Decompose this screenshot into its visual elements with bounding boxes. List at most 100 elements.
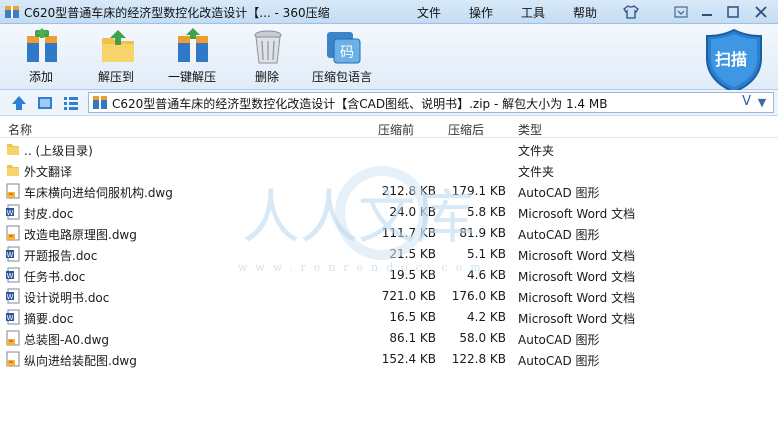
file-row[interactable]: 纵向进给装配图.dwg 152.4 KB 122.8 KB AutoCAD 图形 bbox=[0, 349, 778, 370]
file-size-after: 58.0 KB bbox=[459, 331, 506, 345]
archive-language-label: 压缩包语言 bbox=[312, 70, 373, 84]
archive-language-button[interactable]: 码 压缩包语言 bbox=[310, 28, 376, 86]
column-type[interactable]: 类型 bbox=[518, 121, 542, 138]
one-click-extract-icon bbox=[178, 28, 208, 62]
add-button[interactable]: 添加 bbox=[20, 28, 64, 86]
file-name: 车床横向进给伺服机构.dwg bbox=[24, 186, 173, 200]
doc-icon: W bbox=[6, 204, 20, 220]
file-name: 设计说明书.doc bbox=[24, 291, 110, 305]
extract-folder-icon bbox=[102, 30, 134, 62]
file-type: Microsoft Word 文档 bbox=[518, 312, 636, 326]
file-type: 文件夹 bbox=[518, 144, 555, 158]
menu-operate[interactable]: 操作 bbox=[469, 4, 493, 21]
doc-icon: W bbox=[6, 288, 20, 304]
dwg-icon bbox=[6, 183, 20, 199]
file-type: AutoCAD 图形 bbox=[518, 333, 600, 347]
doc-icon: W bbox=[6, 246, 20, 262]
title-bar: C620型普通车床的经济型数控化改造设计【... - 360压缩 文件 操作 工… bbox=[0, 0, 778, 24]
file-row[interactable]: W 任务书.doc 19.5 KB 4.6 KB Microsoft Word … bbox=[0, 265, 778, 286]
path-field[interactable]: C620型普通车床的经济型数控化改造设计【含CAD图纸、说明书】.zip - 解… bbox=[88, 92, 774, 113]
window-title: C620型普通车床的经济型数控化改造设计【... - 360压缩 bbox=[24, 6, 330, 20]
column-size-before[interactable]: 压缩前 bbox=[378, 121, 414, 138]
zip-file-icon bbox=[93, 96, 107, 109]
app-archive-icon bbox=[5, 6, 19, 18]
skin-shirt-icon[interactable] bbox=[618, 2, 644, 22]
archive-language-icon: 码 bbox=[327, 32, 361, 64]
file-row[interactable]: W 设计说明书.doc 721.0 KB 176.0 KB Microsoft … bbox=[0, 286, 778, 307]
up-arrow-icon[interactable] bbox=[10, 94, 28, 112]
column-header: 名称 压缩前 压缩后 类型 bbox=[0, 117, 778, 138]
file-size-after: 179.1 KB bbox=[451, 184, 506, 198]
extract-to-button[interactable]: 解压到 bbox=[94, 28, 142, 86]
column-name[interactable]: 名称 bbox=[8, 121, 32, 138]
file-type: 文件夹 bbox=[518, 165, 555, 179]
svg-text:W: W bbox=[7, 209, 14, 217]
file-size-before: 24.0 KB bbox=[389, 205, 436, 219]
file-name: 封皮.doc bbox=[24, 207, 74, 221]
file-size-before: 212.8 KB bbox=[381, 184, 436, 198]
svg-text:W: W bbox=[7, 293, 14, 301]
svg-text:W: W bbox=[7, 314, 14, 322]
file-name: 摘要.doc bbox=[24, 312, 74, 326]
maximize-icon[interactable] bbox=[720, 2, 746, 22]
address-bar: C620型普通车床的经济型数控化改造设计【含CAD图纸、说明书】.zip - 解… bbox=[0, 90, 778, 116]
menu-help[interactable]: 帮助 bbox=[573, 4, 597, 21]
file-size-after: 4.2 KB bbox=[467, 310, 506, 324]
file-type: AutoCAD 图形 bbox=[518, 186, 600, 200]
doc-icon: W bbox=[6, 309, 20, 325]
file-size-after: 4.6 KB bbox=[467, 268, 506, 282]
file-row[interactable]: W 摘要.doc 16.5 KB 4.2 KB Microsoft Word 文… bbox=[0, 307, 778, 328]
file-row[interactable]: W 封皮.doc 24.0 KB 5.8 KB Microsoft Word 文… bbox=[0, 202, 778, 223]
doc-icon: W bbox=[6, 267, 20, 283]
file-row[interactable]: W 开题报告.doc 21.5 KB 5.1 KB Microsoft Word… bbox=[0, 244, 778, 265]
file-size-before: 152.4 KB bbox=[381, 352, 436, 366]
file-size-before: 16.5 KB bbox=[389, 310, 436, 324]
file-size-after: 122.8 KB bbox=[451, 352, 506, 366]
file-size-before: 111.7 KB bbox=[381, 226, 436, 240]
one-click-extract-button[interactable]: 一键解压 bbox=[166, 28, 220, 86]
file-name: 改造电路原理图.dwg bbox=[24, 228, 137, 242]
svg-text:码: 码 bbox=[340, 45, 354, 61]
file-name: 纵向进给装配图.dwg bbox=[24, 354, 137, 368]
add-archive-icon bbox=[27, 28, 57, 62]
file-type: AutoCAD 图形 bbox=[518, 228, 600, 242]
svg-text:W: W bbox=[7, 251, 14, 259]
path-dropdown-icon[interactable]: ▼ bbox=[753, 93, 771, 112]
file-row[interactable]: 改造电路原理图.dwg 111.7 KB 81.9 KB AutoCAD 图形 bbox=[0, 223, 778, 244]
file-size-after: 5.1 KB bbox=[467, 247, 506, 261]
file-list: .. (上级目录) 文件夹 外文翻译 文件夹 车床横向进给伺服机构.dwg 21… bbox=[0, 139, 778, 370]
one-click-extract-label: 一键解压 bbox=[168, 70, 217, 84]
delete-button[interactable]: 删除 bbox=[246, 28, 290, 86]
minimize-icon[interactable] bbox=[694, 2, 720, 22]
menu-tools[interactable]: 工具 bbox=[521, 4, 545, 21]
file-name: 总装图-A0.dwg bbox=[24, 333, 110, 347]
file-row[interactable]: 车床横向进给伺服机构.dwg 212.8 KB 179.1 KB AutoCAD… bbox=[0, 181, 778, 202]
file-row[interactable]: 外文翻译 文件夹 bbox=[0, 160, 778, 181]
delete-label: 删除 bbox=[255, 70, 280, 84]
file-row[interactable]: 总装图-A0.dwg 86.1 KB 58.0 KB AutoCAD 图形 bbox=[0, 328, 778, 349]
add-label: 添加 bbox=[29, 70, 54, 84]
archive-path-text: C620型普通车床的经济型数控化改造设计【含CAD图纸、说明书】.zip - 解… bbox=[112, 97, 608, 111]
svg-text:W: W bbox=[7, 272, 14, 280]
dwg-icon bbox=[6, 225, 20, 241]
scan-label: 扫描 bbox=[715, 50, 748, 69]
scan-button[interactable]: 扫描 bbox=[704, 28, 764, 94]
menu-file[interactable]: 文件 bbox=[417, 4, 441, 21]
file-row-parent[interactable]: .. (上级目录) 文件夹 bbox=[0, 139, 778, 160]
file-size-after: 176.0 KB bbox=[451, 289, 506, 303]
file-size-after: 81.9 KB bbox=[459, 226, 506, 240]
column-size-after[interactable]: 压缩后 bbox=[448, 121, 484, 138]
file-type: Microsoft Word 文档 bbox=[518, 291, 636, 305]
toolbar: 添加 解压到 一键解压 删除 码 压缩包语言 bbox=[0, 24, 778, 90]
extract-to-label: 解压到 bbox=[98, 70, 135, 84]
list-view-icon[interactable] bbox=[62, 94, 80, 112]
dwg-icon bbox=[6, 351, 20, 367]
file-type: Microsoft Word 文档 bbox=[518, 270, 636, 284]
file-type: AutoCAD 图形 bbox=[518, 354, 600, 368]
file-name: 任务书.doc bbox=[24, 270, 86, 284]
file-name: .. (上级目录) bbox=[24, 144, 93, 158]
file-size-after: 5.8 KB bbox=[467, 205, 506, 219]
large-icon-view-icon[interactable] bbox=[36, 94, 54, 112]
menu-dropdown-icon[interactable] bbox=[668, 2, 694, 22]
close-icon[interactable] bbox=[748, 2, 774, 22]
